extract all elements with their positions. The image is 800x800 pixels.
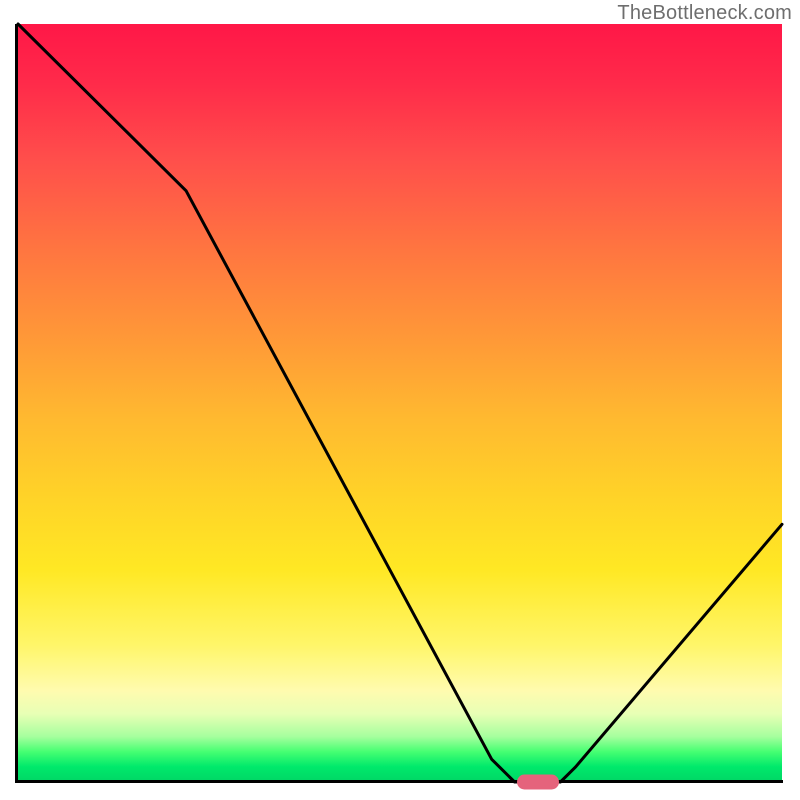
watermark-text: TheBottleneck.com <box>617 2 792 25</box>
bottleneck-curve <box>18 24 782 782</box>
curve-path <box>18 24 782 782</box>
optimal-marker <box>517 775 559 790</box>
